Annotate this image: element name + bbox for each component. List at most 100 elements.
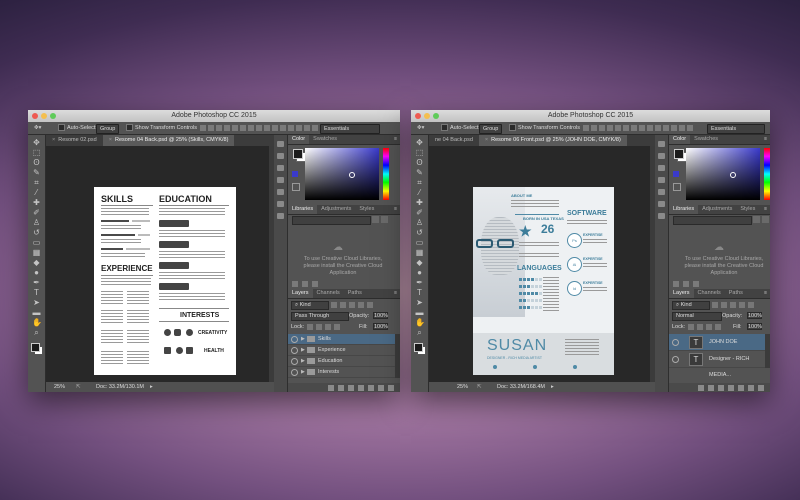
stamp-tool-icon[interactable]: ♙	[415, 219, 424, 227]
crop-tool-icon[interactable]: ⌗	[415, 179, 424, 187]
color-picker-field[interactable]	[305, 148, 379, 200]
tab-paths[interactable]: Paths	[344, 289, 366, 298]
expand-arrow-icon[interactable]: ▶	[301, 345, 305, 355]
move-tool-icon[interactable]: ✥	[415, 139, 424, 147]
tab-libraries[interactable]: Libraries	[669, 205, 699, 214]
new-layer-icon[interactable]	[748, 384, 754, 391]
color-swatch-small[interactable]	[673, 171, 679, 177]
smart-object-filter-icon[interactable]	[748, 302, 754, 308]
workspace-dropdown[interactable]: Essentials	[707, 124, 765, 134]
tab-resome-02[interactable]: × Resome 02.psd	[46, 135, 103, 146]
tab-resome-06-front[interactable]: × Resome 06 Front.psd @ 25% (JOHN DOE, CM…	[478, 135, 627, 146]
align-icons[interactable]	[200, 125, 326, 131]
shape-filter-icon[interactable]	[739, 302, 745, 308]
expand-arrow-icon[interactable]: ▶	[301, 334, 305, 344]
lock-all-icon[interactable]	[334, 324, 340, 330]
healing-brush-icon[interactable]: ✚	[415, 199, 424, 207]
crop-tool-icon[interactable]: ⌗	[32, 179, 41, 187]
auto-select-checkbox[interactable]: Auto-Select:	[58, 122, 97, 134]
panel-menu-icon[interactable]: ≡	[764, 289, 767, 298]
quick-select-tool-icon[interactable]: ✎	[415, 169, 424, 177]
auto-select-dropdown[interactable]: Group	[479, 124, 503, 134]
tab-adjustments[interactable]: Adjustments	[317, 205, 355, 214]
foreground-color-swatch[interactable]	[414, 343, 423, 352]
panel-menu-icon[interactable]: ≡	[764, 135, 767, 144]
blend-mode-dropdown[interactable]: Normal	[672, 312, 722, 321]
layer-style-icon[interactable]	[338, 384, 344, 391]
lock-transparency-icon[interactable]	[688, 324, 694, 330]
gradient-tool-icon[interactable]: ▦	[32, 249, 41, 257]
auto-select-checkbox[interactable]: Auto-Select:	[441, 122, 480, 134]
status-menu-arrow-icon[interactable]: ▸	[150, 382, 153, 392]
workspace-dropdown[interactable]: Essentials	[320, 124, 380, 134]
new-group-icon[interactable]	[368, 384, 374, 391]
layers-scrollbar[interactable]	[395, 334, 400, 378]
pen-tool-icon[interactable]: ✒	[415, 279, 424, 287]
pixel-filter-icon[interactable]	[331, 302, 337, 308]
zoom-level[interactable]: 25%	[457, 382, 468, 392]
layer-style-icon[interactable]	[708, 384, 714, 391]
tab-resome-04-back[interactable]: ne 04 Back.psd	[429, 135, 479, 146]
lasso-tool-icon[interactable]: ʘ	[415, 159, 424, 167]
move-tool-icon[interactable]: ✥	[32, 139, 41, 147]
tab-adjustments[interactable]: Adjustments	[698, 205, 736, 214]
libraries-footer-icons[interactable]	[292, 281, 318, 287]
hand-tool-icon[interactable]: ✋	[32, 319, 42, 327]
align-icons[interactable]	[583, 125, 693, 131]
tab-libraries[interactable]: Libraries	[288, 205, 318, 214]
lasso-tool-icon[interactable]: ʘ	[32, 159, 41, 167]
lock-pixels-icon[interactable]	[316, 324, 322, 330]
color-picker-cursor[interactable]	[730, 172, 736, 178]
tab-styles[interactable]: Styles	[355, 205, 378, 214]
maximize-window-button[interactable]	[50, 113, 56, 119]
close-tab-icon[interactable]: ×	[52, 137, 55, 143]
quick-select-tool-icon[interactable]: ✎	[32, 169, 41, 177]
foreground-color-swatch[interactable]	[293, 149, 303, 159]
canvas[interactable]: SKILLS EDUCATION EXPERIENCE INTERESTS CR…	[46, 146, 274, 382]
close-window-button[interactable]	[415, 113, 421, 119]
canvas[interactable]: ABOUT ME BORN IN USA TEXAS ★ 26 SOFTWARE…	[429, 146, 655, 382]
fill-field[interactable]: 100%	[747, 323, 762, 330]
tab-resome-04-back[interactable]: × Resome 04 Back.psd @ 25% (Skills, CMYK/…	[102, 135, 235, 146]
color-picker-cursor[interactable]	[349, 172, 355, 178]
visibility-eye-icon[interactable]	[291, 336, 298, 343]
tab-layers[interactable]: Layers	[288, 289, 313, 298]
color-swatch-small[interactable]	[292, 171, 298, 177]
link-layers-icon[interactable]	[328, 384, 334, 391]
out-of-gamut-icon[interactable]	[673, 183, 681, 191]
expand-arrow-icon[interactable]: ▶	[301, 367, 305, 377]
pen-tool-icon[interactable]: ✒	[32, 279, 41, 287]
lock-position-icon[interactable]	[325, 324, 331, 330]
transform-controls-checkbox[interactable]: Show Transform Controls	[126, 122, 197, 134]
history-brush-icon[interactable]: ↺	[415, 229, 424, 237]
type-filter-icon[interactable]	[349, 302, 355, 308]
path-select-tool-icon[interactable]: ➤	[32, 299, 41, 307]
layer-row[interactable]: T Designer - RICH MEDIA...	[669, 351, 765, 378]
visibility-eye-icon[interactable]	[672, 339, 679, 346]
tab-swatches[interactable]: Swatches	[690, 135, 722, 144]
pixel-filter-icon[interactable]	[712, 302, 718, 308]
zoom-tool-icon[interactable]: ⌕	[32, 329, 41, 337]
tab-channels[interactable]: Channels	[694, 289, 725, 298]
adjustment-filter-icon[interactable]	[340, 302, 346, 308]
adjustment-layer-icon[interactable]	[358, 384, 364, 391]
collapsed-panel-icons[interactable]	[274, 135, 288, 392]
zoom-tool-icon[interactable]: ⌕	[415, 329, 424, 337]
close-window-button[interactable]	[32, 113, 38, 119]
panel-menu-icon[interactable]: ≡	[394, 135, 397, 144]
share-icon[interactable]: ⇱	[477, 382, 482, 392]
type-tool-icon[interactable]: T	[415, 289, 424, 297]
move-tool-icon[interactable]: ✥▾	[34, 122, 41, 134]
stamp-tool-icon[interactable]: ♙	[32, 219, 41, 227]
history-brush-icon[interactable]: ↺	[32, 229, 41, 237]
smart-object-filter-icon[interactable]	[367, 302, 373, 308]
minimize-window-button[interactable]	[41, 113, 47, 119]
minimize-window-button[interactable]	[424, 113, 430, 119]
new-layer-icon[interactable]	[378, 384, 384, 391]
blur-tool-icon[interactable]: ◆	[32, 259, 41, 267]
collapsed-panel-icons[interactable]	[655, 135, 669, 392]
dodge-tool-icon[interactable]: ●	[415, 269, 424, 277]
eyedropper-tool-icon[interactable]: ⁄	[32, 189, 41, 197]
lock-transparency-icon[interactable]	[307, 324, 313, 330]
dodge-tool-icon[interactable]: ●	[32, 269, 41, 277]
